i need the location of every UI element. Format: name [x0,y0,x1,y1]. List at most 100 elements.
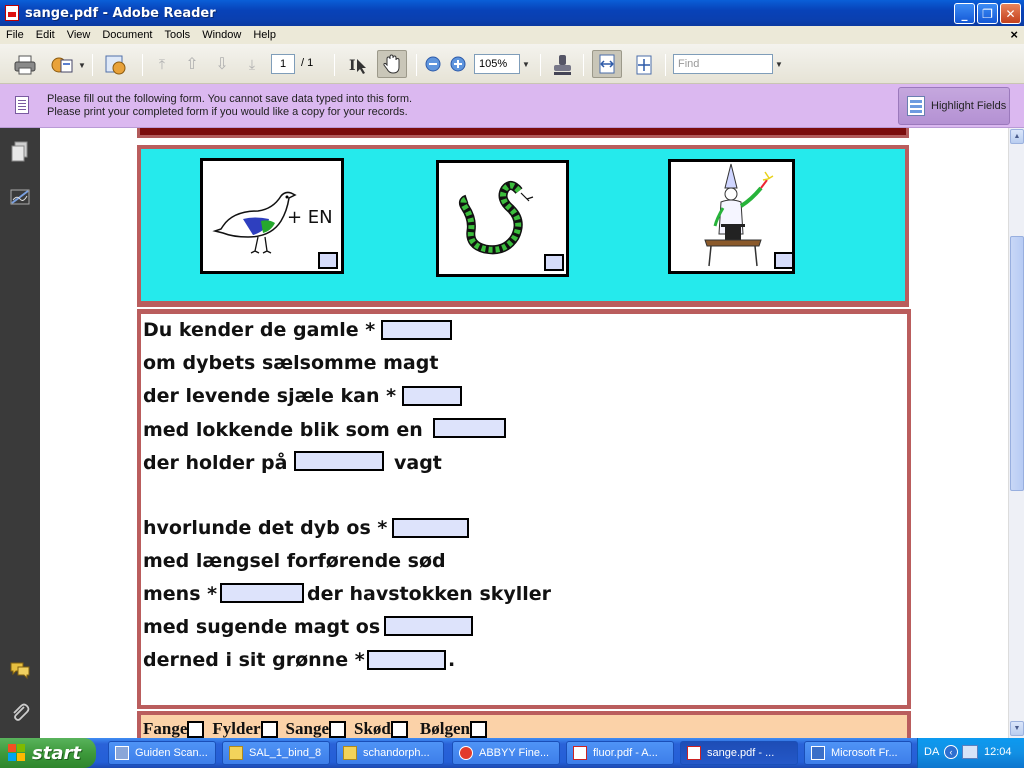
minimize-button[interactable]: _ [954,3,975,24]
taskbar: start Guiden Scan... SAL_1_bind_8 schand… [0,738,1024,768]
pages-icon[interactable] [9,140,31,162]
start-button[interactable]: start [0,738,96,768]
word-fylder: Fylder [212,719,261,738]
document-settings-icon[interactable] [102,52,130,78]
title-bar: sange.pdf - Adobe Reader _ ❐ ✕ [0,0,1024,26]
task-schandorph-folder[interactable]: schandorph... [336,741,444,765]
tray-arrow-icon[interactable]: ‹ [944,745,958,759]
word-bolgen-checkbox[interactable] [469,720,487,738]
verse-line-10-end: . [448,649,456,671]
word-sange: Sange [285,719,330,738]
answer-field-8[interactable] [367,650,446,670]
answer-field-7[interactable] [384,616,473,636]
task-abbyy[interactable]: ABBYY Fine... [452,741,560,765]
signatures-icon[interactable] [9,186,31,208]
svg-text:I: I [349,58,356,74]
verse-panel: Du kender de gamle * om dybets sælsomme … [137,309,911,709]
answer-field-3[interactable] [433,418,506,438]
verse-line-6: hvorlunde det dyb os * [143,517,388,539]
word-skod-checkbox[interactable] [390,720,408,738]
last-page-icon[interactable]: ⤓ [242,54,262,74]
word-bolgen: Bølgen [419,719,470,738]
highlight-fields-icon [907,96,925,116]
menu-help[interactable]: Help [247,29,282,41]
menu-tools[interactable]: Tools [159,29,197,41]
highlight-fields-label: Highlight Fields [931,100,1007,112]
scroll-up-icon[interactable]: ▲ [1010,129,1024,144]
hand-tool-icon[interactable] [377,50,407,78]
highlight-fields-button[interactable]: Highlight Fields [898,87,1010,125]
task-sal-folder[interactable]: SAL_1_bind_8 [222,741,330,765]
clock: 12:04 [984,746,1012,758]
menu-window[interactable]: Window [196,29,247,41]
bird-checkbox[interactable] [318,252,338,269]
fit-page-icon[interactable] [631,52,657,78]
first-page-icon[interactable]: ⤒ [152,54,172,74]
form-message-bar: Please fill out the following form. You … [0,84,1024,128]
navigation-pane [0,128,40,738]
pdf-file-icon [687,746,701,760]
answer-field-2[interactable] [402,386,462,406]
form-document-icon [15,96,29,114]
form-message-line1: Please fill out the following form. You … [47,93,413,105]
magician-checkbox[interactable] [774,252,794,269]
task-sange-pdf[interactable]: sange.pdf - ... [680,741,798,765]
pdf-file-icon [573,746,587,760]
answer-field-1[interactable] [381,320,452,340]
next-page-icon[interactable]: ⇩ [212,54,232,74]
scanner-icon [115,746,129,760]
task-guiden-scan[interactable]: Guiden Scan... [108,741,216,765]
attachments-icon[interactable] [9,702,31,724]
answer-field-6[interactable] [220,583,304,603]
menu-edit[interactable]: Edit [30,29,61,41]
find-dropdown-icon[interactable]: ▼ [775,60,783,69]
window-title: sange.pdf - Adobe Reader [25,5,216,21]
microsoft-app-icon [811,746,825,760]
task-fluor-pdf[interactable]: fluor.pdf - A... [566,741,674,765]
print-icon[interactable] [12,53,38,77]
answer-field-4[interactable] [294,451,384,471]
previous-page-icon[interactable]: ⇧ [182,54,202,74]
menu-document[interactable]: Document [96,29,158,41]
network-icon[interactable] [962,745,978,759]
task-microsoft[interactable]: Microsoft Fr... [804,741,912,765]
stamp-icon[interactable] [550,52,574,78]
print-setup-icon[interactable] [49,53,75,77]
menu-file[interactable]: File [0,29,30,41]
form-message: Please fill out the following form. You … [47,93,412,119]
picture-card-bird: + EN [200,158,344,274]
verse-line-5-end: vagt [394,452,442,474]
start-label: start [32,742,81,764]
answer-field-5[interactable] [392,518,469,538]
vertical-scrollbar[interactable]: ▲ ▼ [1008,128,1024,738]
restore-button[interactable]: ❐ [977,3,998,24]
verse-line-8: mens * [143,583,218,605]
zoom-out-icon[interactable] [424,55,442,73]
pdf-file-icon [5,5,19,21]
language-indicator[interactable]: DA [924,746,939,758]
find-input[interactable]: Find [673,54,773,74]
verse-line-9: med sugende magt os [143,616,381,638]
document-close-icon[interactable]: × [1010,27,1018,42]
snake-checkbox[interactable] [544,254,564,271]
fit-width-icon[interactable] [592,50,622,78]
page-number-input[interactable]: 1 [271,54,295,74]
word-fange: Fange [143,719,188,738]
zoom-dropdown-icon[interactable]: ▼ [522,60,530,69]
word-sange-checkbox[interactable] [329,720,347,738]
abbyy-icon [459,746,473,760]
chevron-down-icon[interactable]: ▼ [78,61,86,70]
word-fylder-checkbox[interactable] [260,720,278,738]
scroll-down-icon[interactable]: ▼ [1010,721,1024,736]
picture-card-magician [668,159,795,274]
verse-line-1: Du kender de gamle * [143,319,376,341]
select-text-icon[interactable]: I [346,53,370,77]
picture-panel: + EN [137,145,909,307]
menu-view[interactable]: View [61,29,97,41]
comments-icon[interactable] [9,660,31,682]
word-fange-checkbox[interactable] [187,720,205,738]
zoom-level-input[interactable]: 105% [474,54,520,74]
zoom-in-icon[interactable] [449,55,467,73]
scroll-thumb[interactable] [1010,236,1024,491]
close-button[interactable]: ✕ [1000,3,1021,24]
